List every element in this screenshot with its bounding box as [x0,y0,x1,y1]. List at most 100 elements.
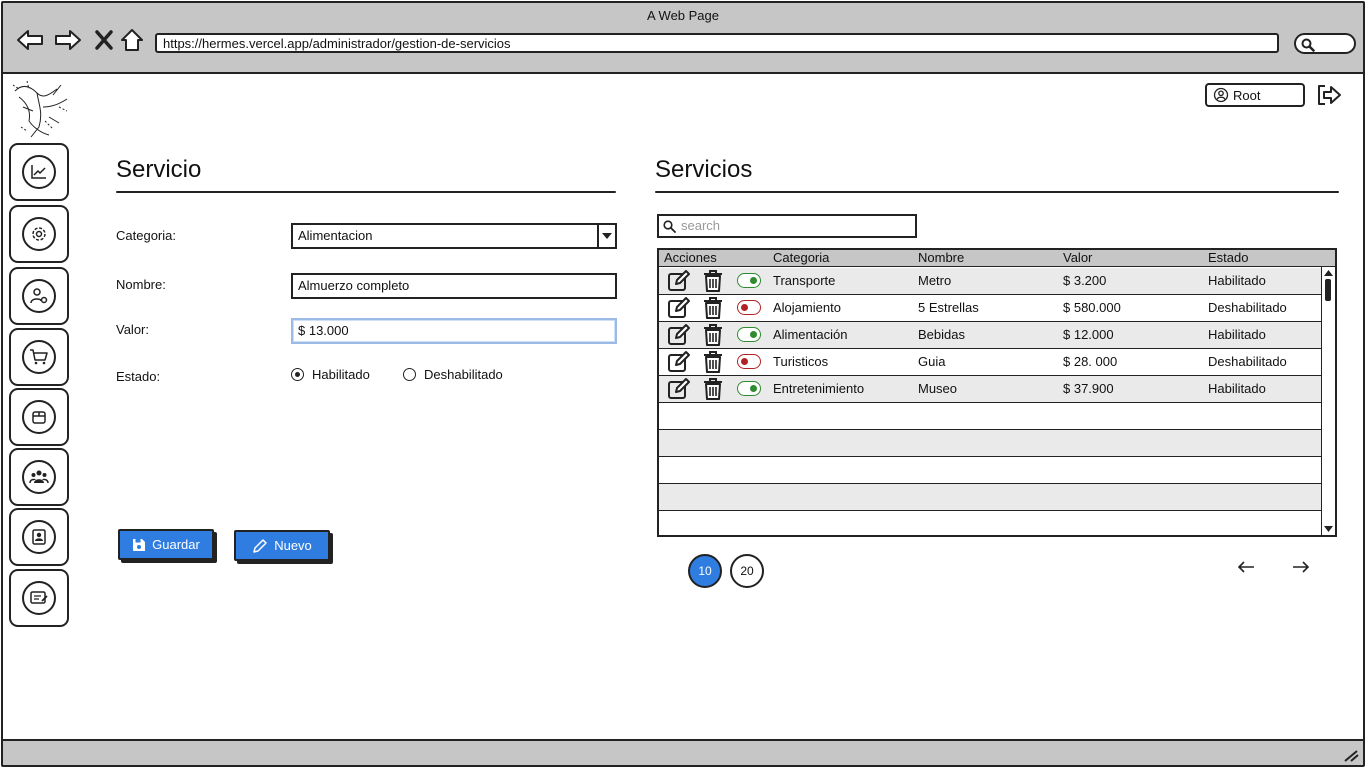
estado-radio-habilitado[interactable]: Habilitado [291,367,370,382]
nombre-input[interactable]: Almuerzo completo [291,273,617,299]
form-title: Servicio [116,156,202,183]
page-size-20[interactable]: 20 [730,554,764,588]
browser-search-field[interactable] [1294,33,1356,54]
resize-grip-icon[interactable] [1343,748,1359,762]
list-title: Servicios [655,156,753,183]
cell-valor: $ 37.900 [1063,381,1114,396]
cell-categoria: Alojamiento [773,300,841,315]
trash-icon[interactable] [702,296,724,323]
next-page-button[interactable] [1288,555,1314,579]
column-header: Acciones [664,250,717,265]
logout-icon [1318,85,1341,105]
arrow-right-icon [55,30,81,50]
cell-estado: Habilitado [1208,327,1266,342]
new-label: Nuevo [274,538,312,553]
search-icon [1301,38,1315,52]
radio-unselected-icon [403,368,416,381]
status-toggle[interactable] [737,381,761,396]
column-header: Estado [1208,250,1249,265]
trash-icon[interactable] [702,323,724,350]
trash-icon[interactable] [702,377,724,404]
table-row-empty [659,484,1321,511]
browser-toolbar: A Web Page https://hermes.vercel.app/adm… [3,3,1363,74]
edit-icon[interactable] [667,350,691,377]
user-menu-button[interactable]: Root [1205,83,1305,107]
column-header: Nombre [918,250,965,265]
user-icon [1213,87,1229,103]
table-scrollbar[interactable] [1321,267,1335,535]
valor-label: Valor: [116,322,149,337]
services-table: Acciones Categoria Nombre Valor Estado T… [657,248,1337,537]
cell-valor: $ 3.200 [1063,273,1107,288]
save-label: Guardar [152,537,200,552]
sidebar-item-packages[interactable] [9,388,69,446]
scrollbar-thumb[interactable] [1325,279,1331,301]
stop-button[interactable] [89,25,119,55]
new-button[interactable]: Nuevo [234,530,330,561]
estado-radio-deshabilitado[interactable]: Deshabilitado [403,367,503,382]
table-row[interactable]: Turisticos Guia $ 28. 000 Deshabilitado [659,349,1321,376]
table-row[interactable]: Transporte Metro $ 3.200 Habilitado [659,268,1321,295]
cell-categoria: Entretenimiento [773,381,865,396]
status-toggle[interactable] [737,300,761,315]
forward-button[interactable] [53,25,83,55]
scroll-down-icon[interactable] [1323,524,1334,534]
home-button[interactable] [117,25,147,55]
address-bar[interactable]: https://hermes.vercel.app/administrador/… [155,33,1279,53]
nombre-label: Nombre: [116,277,166,292]
search-icon [663,220,676,233]
edit-icon[interactable] [667,377,691,404]
table-row-empty [659,457,1321,484]
scroll-up-icon[interactable] [1323,268,1334,278]
pencil-icon [253,538,267,553]
cell-nombre: Museo [918,381,958,396]
table-row[interactable]: Alimentación Bebidas $ 12.000 Habilitado [659,322,1321,349]
estado-label: Estado: [116,369,161,384]
trash-icon[interactable] [702,269,724,296]
sidebar-item-contacts[interactable] [9,508,69,566]
edit-icon[interactable] [667,323,691,350]
page-size-10[interactable]: 10 [688,554,722,588]
table-row-empty [659,430,1321,457]
radio-selected-icon [291,368,304,381]
settings-icon [32,227,46,241]
sidebar-item-dashboard[interactable] [9,143,69,201]
cell-estado: Habilitado [1208,381,1266,396]
list-divider [655,191,1339,193]
sidebar-item-user-admin[interactable] [9,267,69,325]
categoria-label: Categoria: [116,228,176,243]
trash-icon[interactable] [702,350,724,377]
chevron-down-icon[interactable] [597,225,615,247]
sidebar-item-sales[interactable] [9,328,69,386]
logout-button[interactable] [1315,83,1343,107]
valor-input[interactable]: $ 13.000 [291,318,617,344]
previous-page-button[interactable] [1233,555,1259,579]
status-toggle[interactable] [737,354,761,369]
cell-valor: $ 28. 000 [1063,354,1118,369]
cell-estado: Habilitado [1208,273,1266,288]
radio-label: Deshabilitado [424,367,503,382]
sidebar-item-settings[interactable] [9,205,69,263]
edit-icon[interactable] [667,296,691,323]
table-search-input[interactable]: search [657,214,917,238]
arrow-right-icon [1293,561,1310,573]
browser-window: A Web Page https://hermes.vercel.app/adm… [1,1,1365,767]
status-toggle[interactable] [737,327,761,342]
sidebar-item-services[interactable] [9,569,69,627]
table-header: Acciones Categoria Nombre Valor Estado [659,250,1335,267]
table-row[interactable]: Alojamiento 5 Estrellas $ 580.000 Deshabili… [659,295,1321,322]
package-icon [32,411,46,424]
table-row-empty [659,511,1321,535]
radio-label: Habilitado [312,367,370,382]
status-toggle[interactable] [737,273,761,288]
edit-icon[interactable] [667,269,691,296]
sidebar-item-users[interactable] [9,448,69,506]
browser-status-bar [3,739,1363,765]
cell-nombre: Metro [918,273,952,288]
categoria-select[interactable]: Alimentacion [291,223,617,249]
table-row[interactable]: Entretenimiento Museo $ 37.900 Habilitado [659,376,1321,403]
cell-estado: Deshabilitado [1208,354,1287,369]
save-button[interactable]: Guardar [118,529,214,560]
save-icon [133,538,146,551]
back-button[interactable] [15,25,45,55]
